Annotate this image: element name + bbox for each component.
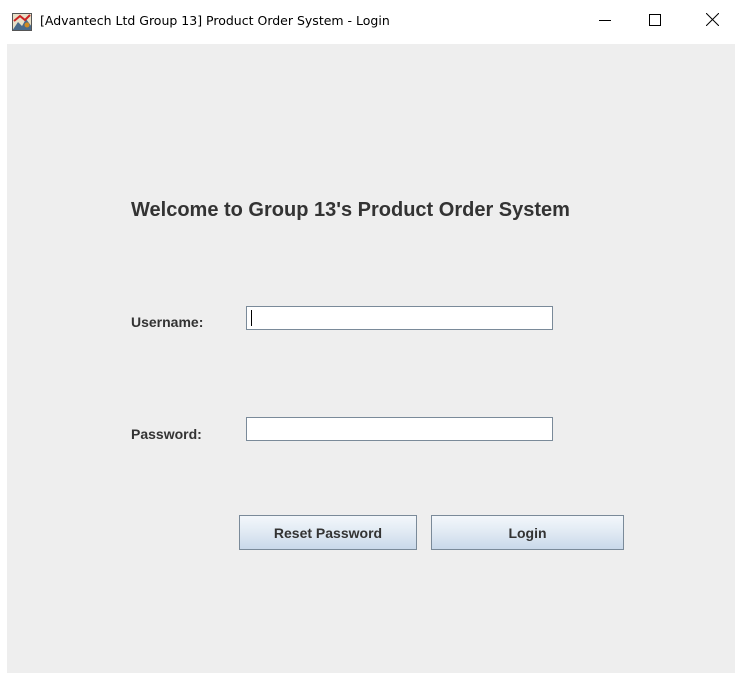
login-panel: Welcome to Group 13's Product Order Syst… (7, 44, 735, 673)
reset-password-button[interactable]: Reset Password (239, 515, 417, 550)
minimize-icon (599, 13, 611, 31)
java-app-icon (12, 13, 32, 31)
username-label: Username: (131, 314, 204, 330)
login-window: [Advantech Ltd Group 13] Product Order S… (0, 0, 735, 673)
close-button[interactable] (689, 0, 735, 44)
welcome-heading: Welcome to Group 13's Product Order Syst… (131, 199, 570, 221)
password-input[interactable] (246, 417, 553, 441)
minimize-button[interactable] (582, 0, 628, 44)
password-label: Password: (131, 426, 202, 442)
maximize-button[interactable] (632, 0, 678, 44)
login-button[interactable]: Login (431, 515, 624, 550)
username-input[interactable] (246, 306, 553, 330)
close-icon (705, 12, 719, 31)
window-title: [Advantech Ltd Group 13] Product Order S… (40, 13, 390, 28)
maximize-icon (649, 13, 661, 31)
title-bar[interactable]: [Advantech Ltd Group 13] Product Order S… (0, 0, 735, 44)
text-caret (251, 310, 252, 326)
